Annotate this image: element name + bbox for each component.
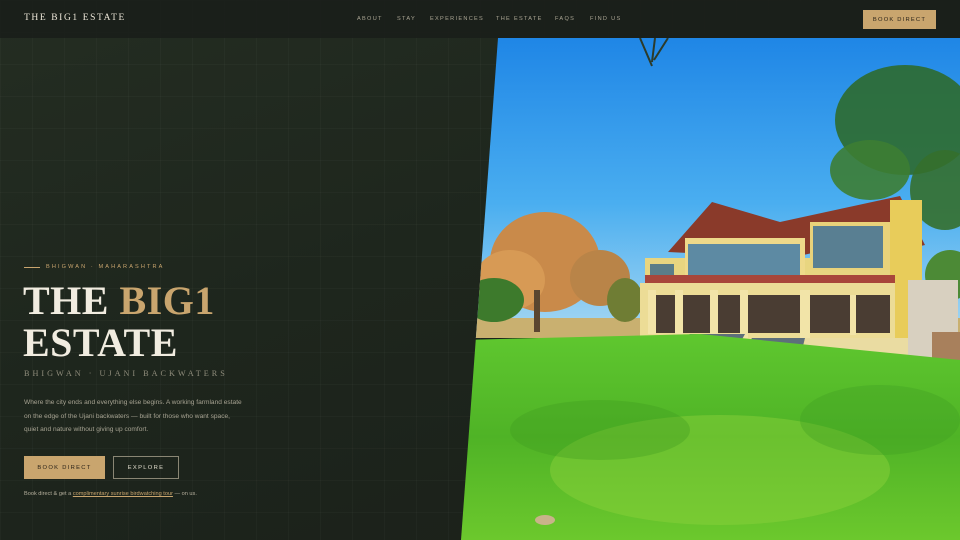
nav-link-faqs[interactable]: FAQS — [555, 16, 575, 22]
eyebrow-divider — [24, 266, 40, 268]
nav-link-the-estate[interactable]: THE ESTATE — [496, 16, 543, 22]
nav-book-direct-button[interactable]: BOOK DIRECT — [863, 10, 936, 29]
hero-title-plain: THE — [23, 278, 120, 323]
top-navigation: THE BIG1 ESTATE ABOUT STAY EXPERIENCES T… — [0, 0, 960, 38]
hero-title-accent: BIG1 — [119, 278, 215, 323]
nav-link-experiences[interactable]: EXPERIENCES — [430, 16, 484, 22]
offer-prefix: Book direct & get a — [24, 491, 73, 497]
hero-description: Where the city ends and everything else … — [24, 399, 242, 433]
hero-title: THE BIG1 ESTATE — [23, 280, 215, 364]
hero-eyebrow: BHIGWAN · MAHARASHTRA — [24, 263, 164, 271]
offer-link[interactable]: complimentary sunrise birdwatching tour — [73, 491, 173, 497]
explore-button[interactable]: EXPLORE — [113, 456, 179, 479]
book-direct-button[interactable]: BOOK DIRECT — [24, 456, 105, 479]
nav-link-find-us[interactable]: FIND US — [590, 16, 621, 22]
hero-title-line2: ESTATE — [23, 320, 178, 365]
booking-offer: Book direct & get a complimentary sunris… — [24, 491, 197, 497]
site-logo[interactable]: THE BIG1 ESTATE — [24, 13, 126, 23]
nav-link-about[interactable]: ABOUT — [357, 16, 383, 22]
hero-subtitle: BHIGWAN · UJANI BACKWATERS — [24, 369, 228, 378]
offer-suffix: — on us. — [172, 491, 197, 497]
nav-link-stay[interactable]: STAY — [397, 16, 416, 22]
eyebrow-location: BHIGWAN · MAHARASHTRA — [46, 264, 165, 270]
